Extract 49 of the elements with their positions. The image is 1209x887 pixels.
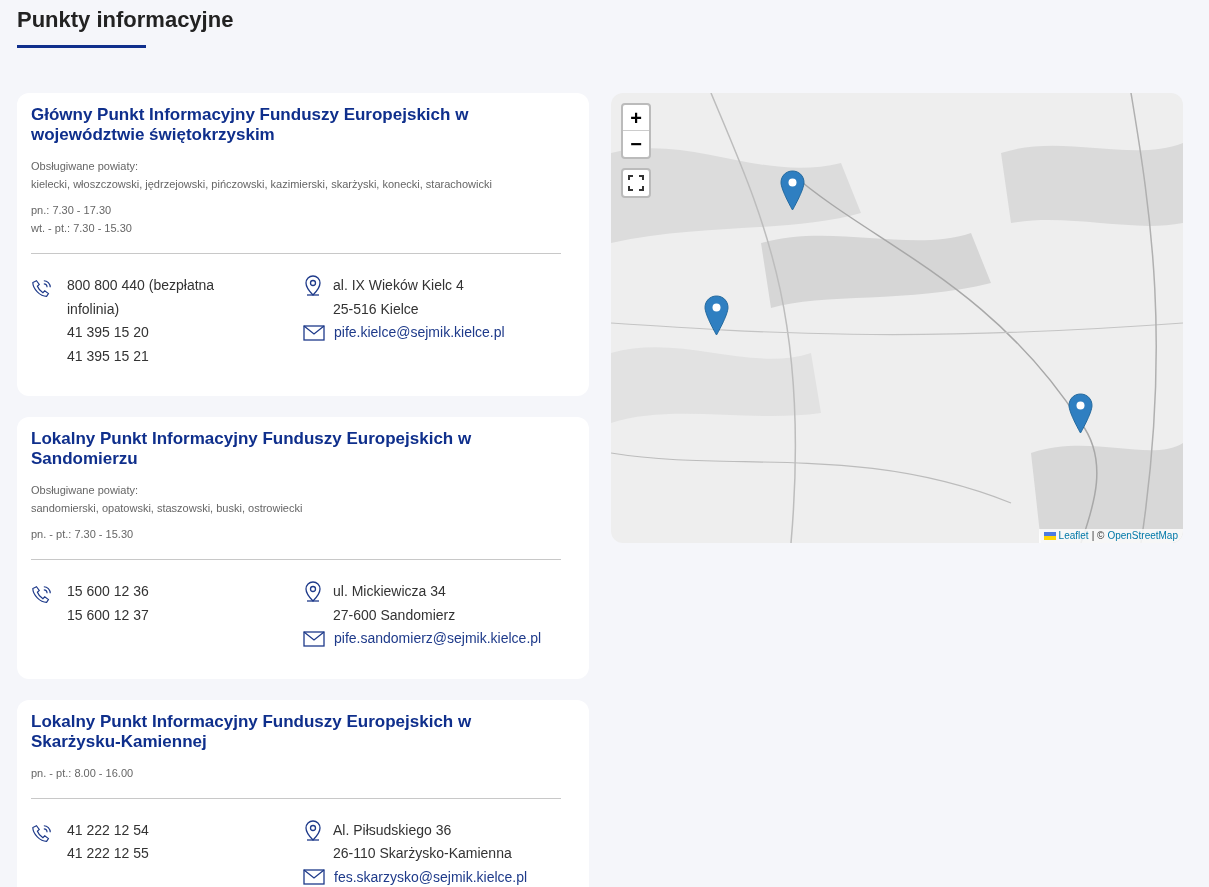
fullscreen-icon: [628, 175, 644, 191]
address-line: Al. Piłsudskiego 36: [333, 820, 453, 840]
info-point-title: Lokalny Punkt Informacyjny Funduszy Europejskich w Sandomierzu: [31, 429, 473, 469]
districts-list: sandomierski, opatowski, staszowski, buski, ostrowiecki: [31, 499, 575, 517]
phone-number: 41 222 12 55: [67, 844, 150, 863]
map-marker-icon[interactable]: [1068, 393, 1093, 434]
address-line: 27-600 Sandomierz: [333, 605, 456, 625]
phone-number: 800 800 440 (bezpłatna infolinia): [67, 276, 216, 319]
phone-icon: [31, 822, 53, 845]
map[interactable]: + − Leaflet | © OpenStreetMap: [611, 93, 1183, 543]
info-point-title: Lokalny Punkt Informacyjny Funduszy Europejskich w Skarżysku-Kamiennej: [31, 711, 473, 752]
attribution-separator: | ©: [1091, 529, 1105, 543]
phone-icon: [31, 584, 53, 606]
location-pin-icon: [303, 580, 323, 602]
address-line: al. IX Wieków Kielc 4: [333, 276, 464, 295]
page-title: Punkty informacyjne: [17, 6, 235, 34]
address-line: ul. Mickiewicza 34: [333, 582, 447, 601]
zoom-in-button[interactable]: +: [623, 105, 649, 131]
opening-hours: wt. - pt.: 7.30 - 15.30: [31, 221, 133, 236]
location-pin-icon: [303, 274, 323, 296]
phone-number: 41 395 15 20: [67, 323, 150, 342]
fullscreen-button[interactable]: [621, 168, 651, 198]
envelope-icon: [303, 869, 325, 886]
zoom-out-button[interactable]: −: [623, 131, 649, 157]
phone-number: 41 395 15 21: [67, 346, 150, 366]
address-line: 25-516 Kielce: [333, 299, 420, 319]
info-point-title: Główny Punkt Informacyjny Funduszy Europejskich w województwie świętokrzyskim: [31, 105, 470, 145]
opening-hours: pn. - pt.: 8.00 - 16.00: [31, 765, 135, 781]
districts-label: Obsługiwane powiaty:: [31, 483, 139, 498]
phone-icon: [31, 278, 53, 300]
envelope-icon: [303, 630, 325, 647]
openstreetmap-link[interactable]: OpenStreetMap: [1107, 529, 1178, 543]
phone-number: 15 600 12 37: [67, 605, 150, 625]
flag-icon: [1043, 532, 1056, 540]
districts-label: Obsługiwane powiaty:: [31, 159, 139, 174]
map-marker-icon[interactable]: [780, 170, 805, 211]
districts-list: kielecki, włoszczowski, jędrzejowski, pińczowski, kazimierski, skarżyski, konecki, starachowicki: [31, 175, 575, 193]
email-link[interactable]: pife.kielce@sejmik.kielce.pl: [334, 321, 505, 345]
envelope-icon: [303, 324, 325, 341]
address-line: 26-110 Skarżysko-Kamienna: [333, 844, 512, 863]
email-link[interactable]: pife.sandomierz@sejmik.kielce.pl: [334, 627, 542, 651]
map-marker-icon[interactable]: [704, 295, 729, 336]
opening-hours: pn. - pt.: 7.30 - 15.30: [31, 527, 135, 542]
location-pin-icon: [303, 818, 323, 841]
phone-number: 41 222 12 54: [67, 820, 150, 840]
email-link[interactable]: fes.skarzysko@sejmik.kielce.pl: [334, 865, 528, 887]
opening-hours: pn.: 7.30 - 17.30: [31, 203, 113, 218]
phone-number: 15 600 12 36: [67, 582, 150, 601]
leaflet-link[interactable]: Leaflet: [1058, 529, 1089, 543]
